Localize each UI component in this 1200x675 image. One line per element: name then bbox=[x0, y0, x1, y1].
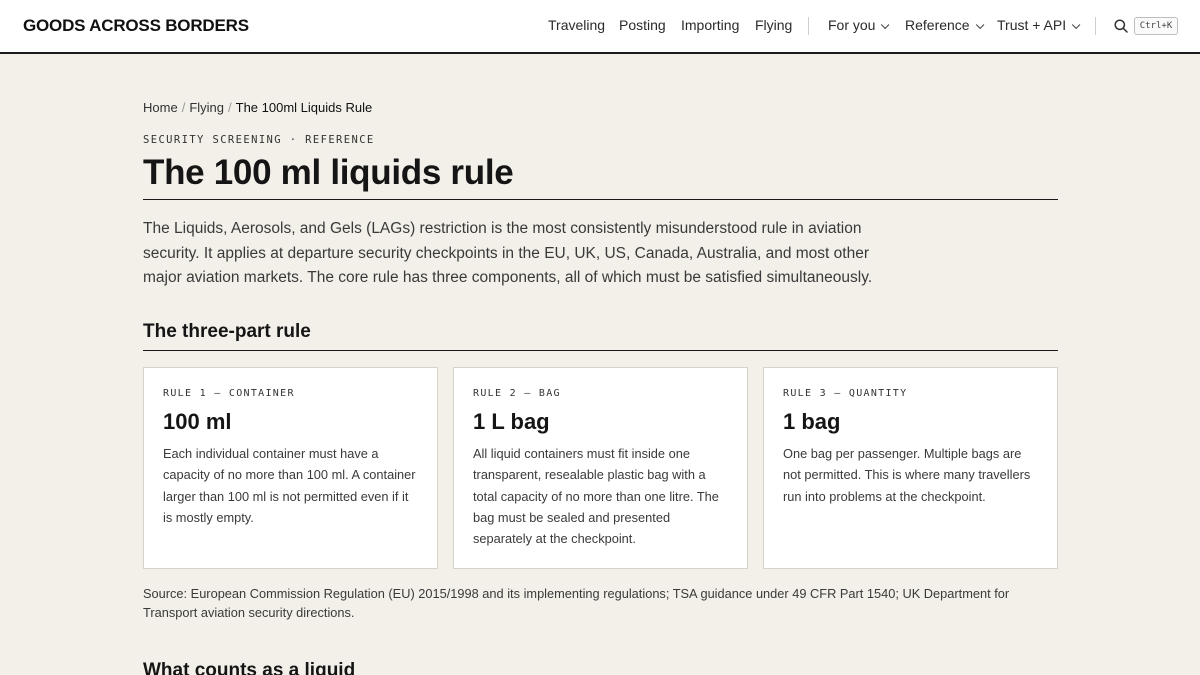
site-header: GOODS ACROSS BORDERS Traveling Posting I… bbox=[0, 0, 1200, 54]
nav-importing[interactable]: Importing bbox=[681, 17, 739, 33]
chevron-down-icon bbox=[975, 20, 984, 30]
nav-divider bbox=[1095, 17, 1096, 35]
breadcrumb-separator: / bbox=[181, 100, 186, 115]
section-title: The three-part rule bbox=[143, 321, 311, 342]
nav-divider bbox=[808, 17, 809, 35]
nav-traveling[interactable]: Traveling bbox=[548, 17, 605, 33]
page-eyebrow: SECURITY SCREENING · REFERENCE bbox=[143, 134, 375, 146]
nav-for-you[interactable]: For you bbox=[828, 17, 890, 33]
rule-card-text: Each individual container must have a ca… bbox=[163, 446, 416, 525]
nav-trust-api[interactable]: Trust + API bbox=[997, 17, 1081, 33]
chevron-down-icon bbox=[881, 20, 890, 30]
rule-card-value: 100 ml bbox=[163, 409, 232, 434]
nav-trust-api-label: Trust + API bbox=[997, 17, 1067, 33]
section-title-next: What counts as a liquid bbox=[143, 660, 356, 675]
page-title: The 100 ml liquids rule bbox=[143, 153, 514, 192]
rule-card-text: One bag per passenger. Multiple bags are… bbox=[783, 446, 1031, 504]
nav-reference-label: Reference bbox=[905, 17, 970, 33]
source-note: Source: European Commission Regulation (… bbox=[143, 586, 1010, 620]
search-icon[interactable] bbox=[1114, 19, 1128, 33]
rule-card-container: RULE 1 — CONTAINER 100 ml Each individua… bbox=[143, 367, 438, 569]
rule-card-bag: RULE 2 — BAG 1 L bag All liquid containe… bbox=[453, 367, 748, 569]
rule-card-value: 1 bag bbox=[783, 409, 841, 434]
breadcrumb-home[interactable]: Home bbox=[143, 100, 178, 115]
breadcrumb-separator: / bbox=[228, 100, 232, 115]
breadcrumb-flying[interactable]: Flying bbox=[189, 100, 224, 115]
section-divider bbox=[143, 350, 1058, 351]
search-shortcut-badge: Ctrl+K bbox=[1134, 17, 1178, 35]
rule-card-label: RULE 1 — CONTAINER bbox=[163, 388, 295, 399]
title-divider bbox=[143, 199, 1058, 200]
rule-card-quantity: RULE 3 — QUANTITY 1 bag One bag per pass… bbox=[763, 367, 1058, 569]
rule-card-value: 1 L bag bbox=[473, 409, 550, 434]
nav-flying[interactable]: Flying bbox=[755, 17, 792, 33]
nav-reference[interactable]: Reference bbox=[905, 17, 984, 33]
main-nav: Traveling Posting Importing Flying For y… bbox=[0, 17, 1200, 37]
rule-card-label: RULE 2 — BAG bbox=[473, 388, 561, 399]
nav-posting[interactable]: Posting bbox=[619, 17, 666, 33]
nav-for-you-label: For you bbox=[828, 17, 876, 33]
breadcrumb-current: The 100ml Liquids Rule bbox=[235, 100, 373, 115]
chevron-down-icon bbox=[1072, 20, 1081, 30]
breadcrumb: Home / Flying / The 100ml Liquids Rule bbox=[143, 100, 372, 115]
rule-card-text: All liquid containers must fit inside on… bbox=[473, 446, 719, 547]
rule-card-label: RULE 3 — QUANTITY bbox=[783, 388, 908, 399]
intro-paragraph: The Liquids, Aerosols, and Gels (LAGs) r… bbox=[143, 220, 873, 286]
